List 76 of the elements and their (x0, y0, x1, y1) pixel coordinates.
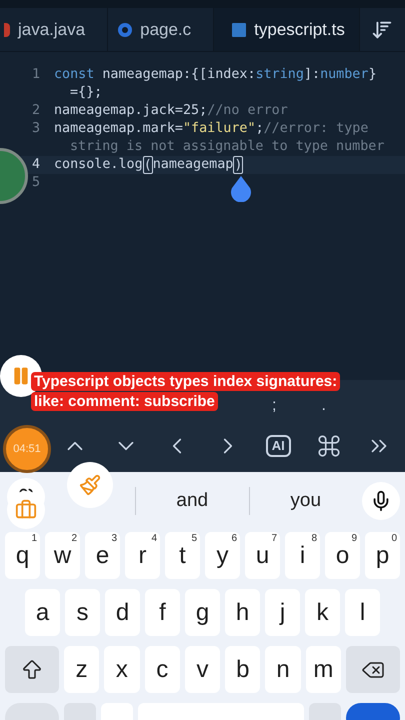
key-hint: 6 (231, 534, 237, 544)
keyboard-key[interactable]: k (305, 589, 340, 636)
keyboard-key[interactable]: z (64, 646, 100, 693)
key-hint: 4 (151, 534, 157, 544)
code-token: string (256, 66, 304, 84)
code-token: nameagemap.mark= (54, 120, 183, 138)
brush-icon (79, 474, 101, 496)
code-token: nameagemap (152, 156, 234, 174)
code-token: ( (142, 156, 153, 174)
symbol-key[interactable]: . (321, 394, 326, 418)
mic-button[interactable] (362, 482, 400, 520)
ai-button[interactable]: AI (266, 435, 291, 457)
keyboard-key[interactable]: w 2 (45, 532, 80, 579)
key-hint: 7 (271, 534, 277, 544)
keyboard-key[interactable]: t 5 (165, 532, 200, 579)
code-token: "failure" (183, 120, 256, 138)
code-token: ) (233, 156, 244, 174)
code-token: nameagemap.jack=25; (54, 102, 208, 120)
ts-file-icon (232, 22, 246, 36)
code-token: const (54, 66, 96, 84)
key-hint: 3 (111, 534, 117, 544)
keyboard-key[interactable]: q 1 (5, 532, 40, 579)
code-token: } (368, 66, 376, 84)
keyboard-key[interactable]: g (185, 589, 220, 636)
keyboard-key[interactable]: m (306, 646, 341, 693)
keyboard-key[interactable]: f (145, 589, 180, 636)
keyboard-key[interactable]: v (184, 646, 220, 693)
keyboard-key[interactable]: d (105, 589, 140, 636)
key-hint: 9 (351, 534, 357, 544)
code-token: ]: (304, 66, 320, 84)
keyboard-key[interactable]: x (104, 646, 140, 693)
keyboard-key[interactable]: c (144, 646, 180, 693)
command-icon[interactable] (316, 433, 342, 459)
keyboard-key[interactable]: s (65, 589, 100, 636)
code-token: number (320, 66, 368, 84)
key-hint: 1 (31, 534, 37, 544)
code-token: string is not assignable to type number (70, 138, 384, 156)
code-token: ={}; (70, 84, 102, 102)
line-number: 5 (30, 174, 41, 192)
shift-key[interactable] (5, 646, 59, 693)
keyboard-key[interactable]: p 0 (365, 532, 400, 579)
line-number: 3 (30, 120, 41, 138)
c-file-icon (118, 22, 132, 36)
code-token: nameagemap:{[index: (102, 66, 256, 84)
keyboard-key[interactable]: a (25, 589, 60, 636)
keyboard-key[interactable]: r 4 (125, 532, 160, 579)
toolbox-icon (15, 499, 37, 521)
keyboard-key[interactable]: h (225, 589, 260, 636)
keyboard-key[interactable]: y 6 (205, 532, 240, 579)
keyboard-key[interactable]: i 8 (285, 532, 320, 579)
key-hint: 2 (71, 534, 77, 544)
key-hint: 8 (311, 534, 317, 544)
keyboard-key[interactable]: o 9 (325, 532, 360, 579)
code-token: //no error (207, 102, 288, 120)
keyboard-key[interactable]: n (265, 646, 301, 693)
suggestion[interactable]: you (250, 486, 362, 516)
cursor-handle-icon (230, 176, 252, 202)
keyboard-key[interactable]: b (225, 646, 260, 693)
shift-icon (20, 658, 44, 682)
backspace-key[interactable] (346, 646, 400, 693)
editor-tab[interactable]: typescript.ts (214, 8, 360, 51)
key-hint: 0 (391, 534, 397, 544)
suggestion[interactable]: and (135, 486, 250, 516)
symbol-key[interactable]: ; (272, 394, 276, 418)
keyboard-key[interactable]: j (265, 589, 300, 636)
code-token: ; (256, 120, 264, 138)
line-number: 4 (30, 156, 41, 174)
code-token: //error: type (264, 120, 368, 138)
code-token: console.log (54, 156, 143, 174)
line-number: 2 (30, 102, 41, 120)
line-number: 1 (30, 66, 41, 84)
keyboard-key[interactable]: e 3 (85, 532, 120, 579)
key-hint: 5 (191, 534, 197, 544)
keyboard-key[interactable]: l (345, 589, 380, 636)
file-icon (4, 22, 10, 36)
keyboard-key[interactable]: u 7 (245, 532, 280, 579)
